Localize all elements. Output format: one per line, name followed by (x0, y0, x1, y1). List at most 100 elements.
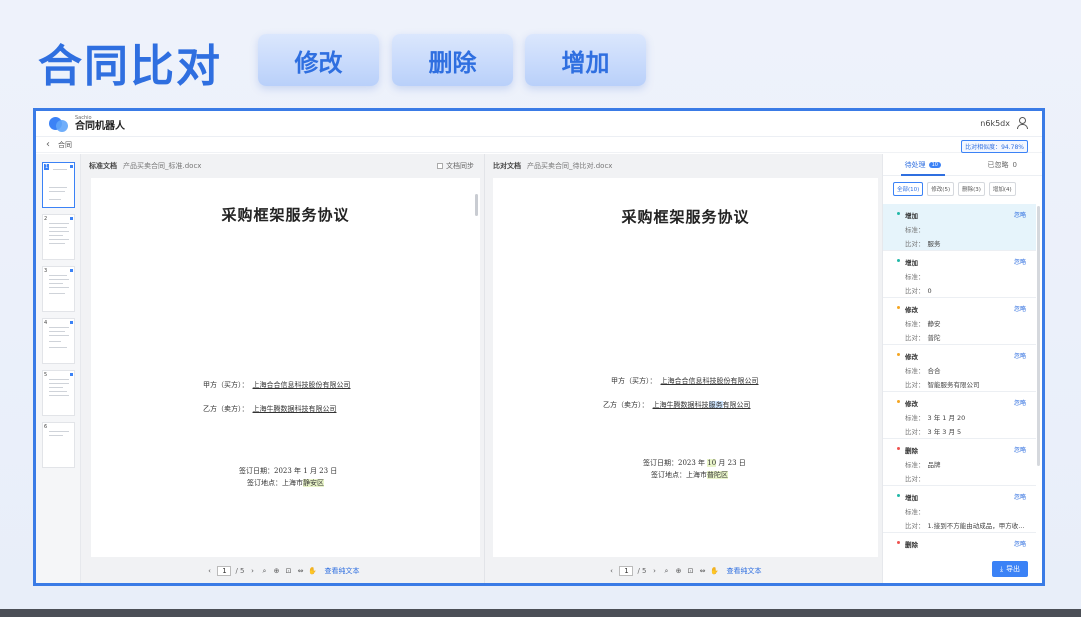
export-button[interactable]: ⤓ 导出 (992, 561, 1028, 577)
ignore-link[interactable]: 忽略 (1014, 304, 1026, 313)
diff-compare-row: 比对： 智能服务有限公司 (905, 379, 1026, 389)
standard-doc-pager: ‹ 1 / 5 › ⌕ ⊕ ⊡ ⇔ ✋ 查看纯文本 (81, 563, 484, 579)
thumbnail-page[interactable]: 6 (42, 422, 75, 468)
compare-doc-header: 比对文档 产品买卖合同_待比对.docx (485, 154, 884, 178)
fit-page-icon[interactable]: ⊡ (285, 567, 293, 575)
party-b-value: 上海牛腾数据科技有限公司 (252, 405, 337, 413)
diff-standard-row: 标准： 静安 (905, 318, 1026, 328)
prev-page-icon[interactable]: ‹ (205, 567, 213, 575)
add-button[interactable]: 增加 (525, 34, 646, 86)
ignore-link[interactable]: 忽略 (1014, 257, 1026, 266)
standard-label: 标准： (905, 320, 925, 328)
thumbnail-page[interactable]: 2 (42, 214, 75, 260)
thumbnail-page[interactable]: 4 (42, 318, 75, 364)
fit-width-icon[interactable]: ⇔ (297, 567, 305, 575)
change-marker (70, 165, 73, 168)
tab-pending-label: 待处理 (904, 160, 926, 169)
change-marker (70, 217, 73, 220)
delete-button[interactable]: 删除 (392, 34, 513, 86)
ignore-link[interactable]: 忽略 (1014, 445, 1026, 454)
thumbnail-number: 4 (44, 320, 48, 326)
diff-type: 删除 (905, 541, 918, 549)
back-icon[interactable]: ‹ (46, 139, 50, 150)
diff-standard-row: 标准： (905, 224, 1026, 234)
party-a-value: 上海合合信息科技股份有限公司 (660, 377, 759, 385)
view-plain-text-link[interactable]: 查看纯文本 (727, 566, 762, 576)
logo-icon (49, 115, 69, 133)
page-total: / 5 (637, 567, 647, 575)
fit-width-icon[interactable]: ⇔ (699, 567, 707, 575)
modify-button[interactable]: 修改 (258, 34, 379, 86)
diff-compare-row: 比对： 0 (905, 285, 1026, 295)
thumbnail-page[interactable]: 3 (42, 266, 75, 312)
filter-add[interactable]: 增加(4) (988, 182, 1016, 196)
zoom-in-icon[interactable]: ⊕ (273, 567, 281, 575)
compare-label: 比对： (905, 240, 925, 248)
search-icon[interactable]: ⌕ (261, 567, 269, 575)
diff-item[interactable]: 删除 忽略 标准： 品牌 比对： (883, 439, 1036, 486)
fit-page-icon[interactable]: ⊡ (687, 567, 695, 575)
sign-place-prefix: 签订地点：上海市 (247, 479, 303, 487)
breadcrumb-label: 合同 (58, 140, 72, 149)
standard-label: 标准： (905, 508, 925, 516)
zoom-in-icon[interactable]: ⊕ (675, 567, 683, 575)
ignore-link[interactable]: 忽略 (1014, 210, 1026, 219)
diff-type: 增加 (905, 212, 918, 220)
ignore-link[interactable]: 忽略 (1014, 351, 1026, 360)
standard-value: 合合 (927, 367, 941, 375)
diff-item[interactable]: 增加 忽略 标准： 比对： 1.接到不方能由动成品，甲方收... (883, 486, 1036, 533)
scrollbar[interactable] (475, 194, 478, 216)
diff-type-dot-icon (897, 306, 900, 309)
party-b-value: 上海牛腾数据科技服务有限公司 (653, 401, 751, 409)
ignore-link[interactable]: 忽略 (1014, 539, 1026, 548)
diff-item[interactable]: 增加 忽略 标准： 比对： 服务 (883, 204, 1036, 251)
hand-icon[interactable]: ✋ (308, 567, 317, 575)
diff-item[interactable]: 修改 忽略 标准： 静安 比对： 普陀 (883, 298, 1036, 345)
page-total: / 5 (235, 567, 245, 575)
prev-page-icon[interactable]: ‹ (607, 567, 615, 575)
page-input[interactable]: 1 (217, 566, 232, 576)
download-icon: ⤓ (999, 564, 1004, 573)
next-page-icon[interactable]: › (651, 567, 659, 575)
change-marker (70, 321, 73, 324)
view-plain-text-link[interactable]: 查看纯文本 (325, 566, 360, 576)
party-b-pre: 上海牛腾数据科技 (652, 401, 709, 409)
page-input[interactable]: 1 (619, 566, 634, 576)
filter-modify[interactable]: 修改(5) (927, 182, 955, 196)
ignore-link[interactable]: 忽略 (1014, 398, 1026, 407)
tab-pending[interactable]: 待处理 10 (883, 154, 963, 176)
compare-label: 比对： (905, 428, 925, 436)
standard-doc-filename: 产品买卖合同_标准.docx (123, 162, 202, 170)
standard-party-a: 甲方（买方）： 上海合合信息科技股份有限公司 (203, 380, 351, 390)
diff-item[interactable]: 增加 忽略标准： 比对： 0 (883, 251, 1036, 298)
tab-ignored[interactable]: 已忽略 0 (963, 154, 1043, 175)
compare-label: 比对： (905, 334, 925, 342)
diff-type-dot-icon (897, 541, 900, 544)
thumbnail-page[interactable]: 5 (42, 370, 75, 416)
hand-icon[interactable]: ✋ (710, 567, 719, 575)
diff-item[interactable]: 修改 忽略 标准： 合合 比对： 智能服务有限公司 (883, 345, 1036, 392)
sync-scroll-checkbox[interactable]: 文档同步 (437, 161, 474, 171)
user-menu[interactable]: n6k5dx (980, 117, 1028, 129)
party-a-label: 甲方（买方）： (203, 381, 249, 389)
party-a-value: 上海合合信息科技股份有限公司 (252, 381, 351, 389)
compare-value: 0 (927, 287, 932, 295)
party-b-label: 乙方（卖方）： (603, 401, 649, 409)
compare-doc-title: 采购框架服务协议 (621, 208, 750, 226)
next-page-icon[interactable]: › (249, 567, 257, 575)
scrollbar[interactable] (1037, 206, 1040, 466)
filter-all[interactable]: 全部(10) (893, 182, 924, 196)
ignore-link[interactable]: 忽略 (1014, 492, 1026, 501)
standard-label: 标准： (905, 414, 925, 422)
diff-type: 增加 (905, 259, 918, 267)
thumbnail-page[interactable]: 1 (42, 162, 75, 208)
standard-label: 标准： (905, 273, 925, 281)
compare-value: 1.接到不方能由动成品，甲方收... (927, 522, 1025, 530)
change-marker (70, 269, 73, 272)
diff-item[interactable]: 修改 忽略 标准： 3 年 1 月 20 比对： 3 年 3 月 5 (883, 392, 1036, 439)
search-icon[interactable]: ⌕ (663, 567, 671, 575)
diff-type: 修改 (905, 306, 918, 314)
diff-item[interactable]: 删除忽略标准：如项目源于供给合同，双方...比对： (883, 533, 1036, 553)
filter-delete[interactable]: 删除(3) (958, 182, 985, 196)
compare-label: 比对： (905, 381, 925, 389)
